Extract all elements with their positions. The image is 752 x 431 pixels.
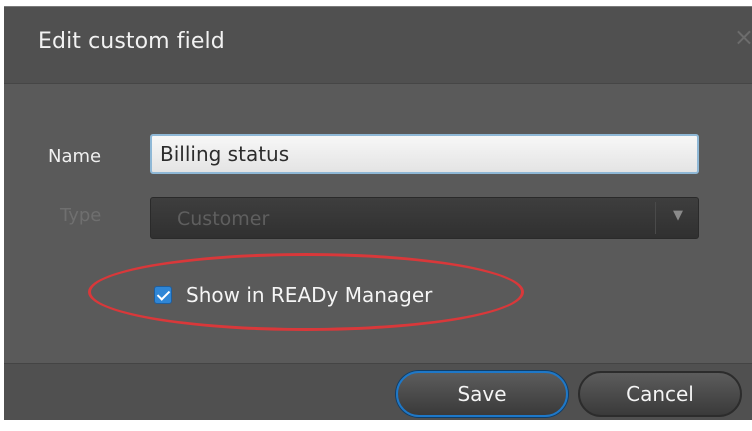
save-button[interactable]: Save <box>396 371 568 417</box>
type-select-value: Customer <box>177 208 270 230</box>
dialog-titlebar: Edit custom field × <box>4 7 752 84</box>
show-in-ready-manager-option[interactable]: Show in READy Manager <box>154 283 432 307</box>
edit-custom-field-dialog: Edit custom field × Name Type Customer ▼… <box>4 6 752 420</box>
show-in-ready-manager-label: Show in READy Manager <box>186 283 433 307</box>
name-label: Name <box>48 146 102 167</box>
select-divider <box>655 202 656 234</box>
name-input[interactable] <box>150 134 699 174</box>
type-label: Type <box>60 205 102 226</box>
show-in-ready-manager-checkbox[interactable] <box>154 286 172 304</box>
type-select[interactable]: Customer ▼ <box>150 197 699 239</box>
chevron-down-icon[interactable]: ▼ <box>673 208 683 223</box>
cancel-button[interactable]: Cancel <box>578 371 742 417</box>
dialog-title: Edit custom field <box>38 29 225 54</box>
close-icon[interactable]: × <box>734 25 752 49</box>
